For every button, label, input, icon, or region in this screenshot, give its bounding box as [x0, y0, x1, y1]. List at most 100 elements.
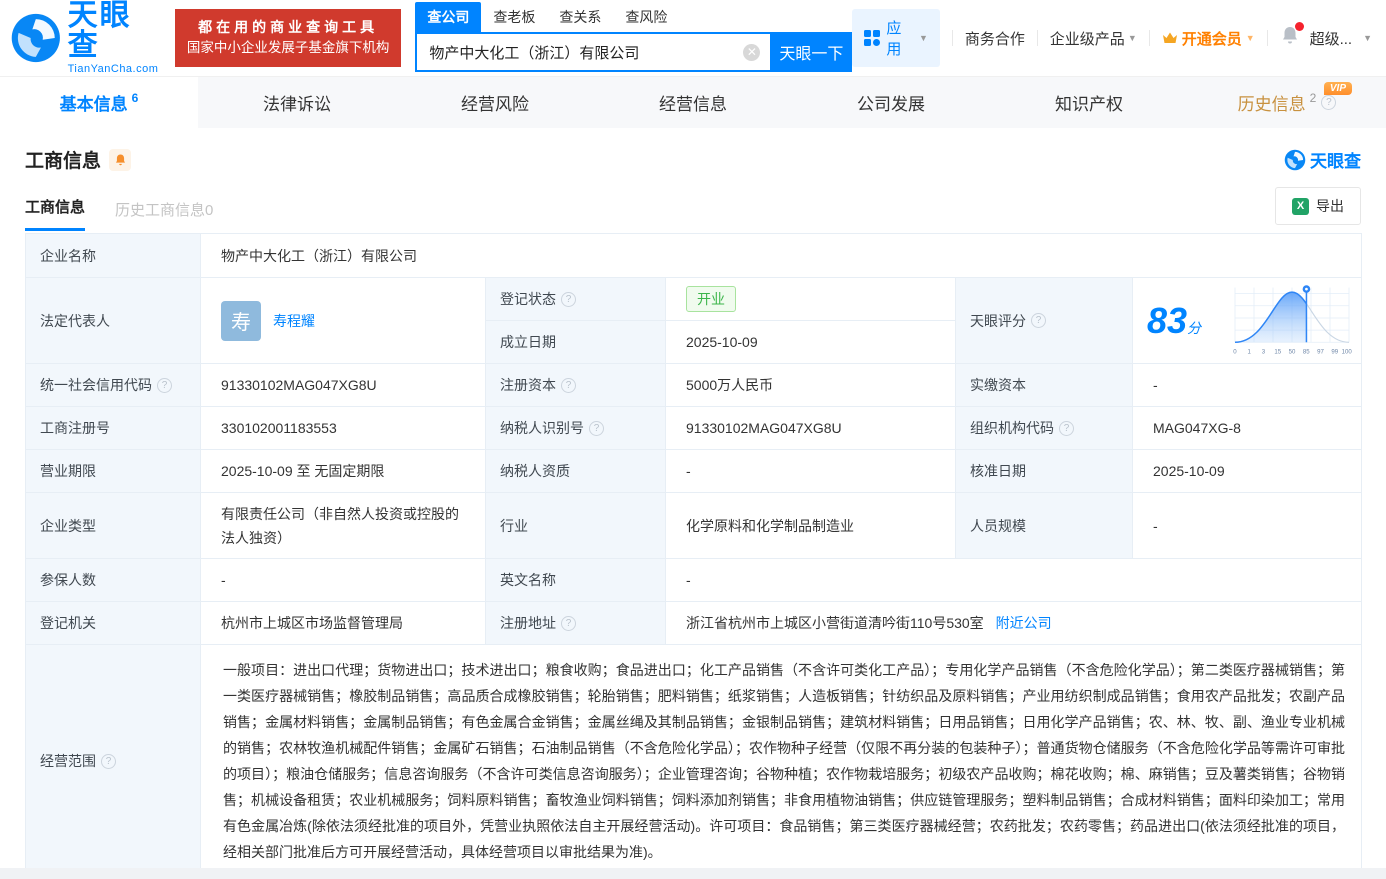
section-header: 工商信息 天眼查	[0, 128, 1386, 183]
tab-history-info[interactable]: VIP 历史信息 2 ?	[1188, 77, 1386, 128]
org-code-value: MAG047XG-8	[1131, 406, 1363, 450]
vip-badge: VIP	[1323, 82, 1352, 95]
legal-rep-link[interactable]: 寿程耀	[273, 311, 315, 331]
divider	[1266, 30, 1268, 46]
table-row: 法定代表人 寿 寿程耀 登记状态? 开业 天眼评分? 83分 0 1 3 15 …	[25, 277, 1363, 364]
tianyancha-watermark-icon	[1284, 149, 1306, 170]
top-header: 天眼查 TianYanCha.com 都在用的商业查询工具 国家中小企业发展子基…	[0, 0, 1386, 76]
notification-bell-icon[interactable]	[1280, 22, 1304, 51]
svg-text:1: 1	[1248, 348, 1252, 355]
watermark-logo: 天眼查	[1284, 147, 1361, 172]
monitor-bell-icon[interactable]	[109, 148, 132, 171]
svg-text:15: 15	[1274, 348, 1281, 355]
company-detail-tabs: 基本信息 6 法律诉讼 经营风险 经营信息 公司发展 知识产权 VIP 历史信息…	[0, 76, 1386, 128]
search-tab-boss[interactable]: 查老板	[481, 2, 547, 32]
help-icon[interactable]: ?	[561, 615, 576, 631]
help-icon[interactable]: ?	[561, 377, 576, 393]
english-name-label: 英文名称	[485, 558, 666, 602]
apps-grid-icon	[864, 30, 881, 46]
help-icon[interactable]: ?	[1059, 420, 1074, 436]
clear-search-icon[interactable]: ✕	[743, 43, 761, 61]
nav-enterprise-products[interactable]: 企业级产品 ▼	[1050, 28, 1137, 49]
table-row: 企业名称 物产中大化工（浙江）有限公司	[25, 233, 1363, 278]
brand-slogan-banner: 都在用的商业查询工具 国家中小企业发展子基金旗下机构	[174, 8, 402, 68]
banner-line2: 国家中小企业发展子基金旗下机构	[186, 40, 390, 56]
help-icon[interactable]: ?	[1321, 95, 1337, 110]
enterprise-label: 企业级产品	[1049, 30, 1125, 48]
user-account-menu[interactable]: 超级... ▼	[1310, 28, 1372, 49]
reg-authority-value: 杭州市上城区市场监督管理局	[200, 601, 486, 645]
svg-text:99: 99	[1331, 348, 1338, 355]
staff-size-label: 人员规模	[955, 492, 1133, 559]
svg-text:3: 3	[1262, 348, 1266, 355]
score-value: 83分	[1147, 299, 1202, 341]
reg-number-label: 工商注册号	[25, 406, 201, 450]
tianyancha-logo[interactable]: 天眼查 TianYanCha.com	[10, 1, 163, 75]
taxpayer-quality-value: -	[665, 449, 956, 493]
nearby-companies-link[interactable]: 附近公司	[996, 615, 1052, 631]
watermark-text: 天眼查	[1310, 152, 1361, 171]
tab-legal-litigation[interactable]: 法律诉讼	[198, 77, 396, 128]
search-input[interactable]	[417, 43, 744, 61]
staff-size-value: -	[1131, 492, 1363, 559]
excel-icon: X	[1292, 197, 1309, 215]
apps-label: 应用	[886, 20, 902, 58]
banner-line1: 都在用的商业查询工具	[198, 18, 379, 35]
search-button[interactable]: 天眼一下	[770, 32, 853, 72]
tab-label: 法律诉讼	[263, 95, 331, 114]
vip-label: 开通会员	[1181, 30, 1242, 48]
help-icon[interactable]: ?	[157, 377, 172, 393]
help-icon[interactable]: ?	[589, 420, 604, 436]
svg-text:100: 100	[1342, 348, 1353, 355]
help-icon[interactable]: ?	[101, 753, 116, 769]
search-tab-company[interactable]: 查公司	[415, 2, 482, 32]
reg-number-value: 330102001183553	[200, 406, 486, 450]
search-box: ✕	[415, 32, 771, 72]
tab-label: 经营风险	[461, 95, 529, 114]
tab-label: 知识产权	[1055, 95, 1123, 114]
chevron-down-icon: ▼	[1245, 33, 1255, 43]
paid-capital-label: 实缴资本	[955, 363, 1133, 407]
search-type-tabs: 查公司 查老板 查关系 查风险	[415, 2, 852, 32]
org-code-label: 组织机构代码?	[955, 406, 1133, 450]
credit-code-value: 91330102MAG047XG8U	[200, 363, 486, 407]
business-term-label: 营业期限	[25, 449, 201, 493]
nav-business-cooperation[interactable]: 商务合作	[965, 28, 1025, 49]
subtab-history-registration[interactable]: 历史工商信息0	[115, 199, 213, 231]
subtab-business-registration[interactable]: 工商信息	[25, 196, 86, 231]
logo-subtitle: TianYanCha.com	[67, 63, 159, 75]
search-tab-risk[interactable]: 查风险	[613, 2, 679, 32]
address-cell: 浙江省杭州市上城区小营街道清吟街110号530室 附近公司	[664, 601, 1363, 645]
apps-menu-button[interactable]: 应用 ▼	[852, 9, 940, 67]
approval-date-value: 2025-10-09	[1131, 449, 1363, 493]
help-icon[interactable]: ?	[1031, 313, 1046, 328]
export-button[interactable]: X 导出	[1275, 187, 1361, 225]
table-row: 统一社会信用代码? 91330102MAG047XG8U 注册资本? 5000万…	[25, 363, 1363, 407]
company-name-value: 物产中大化工（浙江）有限公司	[199, 233, 1363, 278]
business-scope-label: 经营范围?	[25, 644, 201, 878]
legal-rep-label: 法定代表人	[25, 277, 201, 364]
table-row: 登记机关 杭州市上城区市场监督管理局 注册地址? 浙江省杭州市上城区小营街道清吟…	[25, 601, 1363, 645]
table-row: 工商注册号 330102001183553 纳税人识别号? 91330102MA…	[25, 406, 1363, 450]
reg-capital-value: 5000万人民币	[665, 363, 956, 407]
tianyancha-logo-icon	[11, 13, 60, 63]
open-vip-button[interactable]: 开通会员 ▼	[1162, 28, 1255, 49]
tab-operating-risk[interactable]: 经营风险	[396, 77, 594, 128]
company-name-label: 企业名称	[25, 233, 201, 278]
reg-status-label: 登记状态?	[485, 277, 666, 321]
reg-status-cell: 开业	[665, 277, 956, 321]
header-nav: 应用 ▼ 商务合作 企业级产品 ▼ 开通会员 ▼ 超级... ▼	[852, 9, 1372, 67]
tab-business-info[interactable]: 经营信息	[594, 77, 792, 128]
reg-authority-label: 登记机关	[25, 601, 201, 645]
tab-intellectual-property[interactable]: 知识产权	[990, 77, 1188, 128]
tab-label: 经营信息	[659, 95, 727, 114]
taxpayer-quality-label: 纳税人资质	[485, 449, 666, 493]
search-tab-relation[interactable]: 查关系	[547, 2, 613, 32]
english-name-value: -	[664, 558, 1363, 602]
avatar[interactable]: 寿	[221, 300, 261, 341]
score-distribution-chart: 0 1 3 15 50 85 97 99 100	[1233, 284, 1353, 355]
help-icon[interactable]: ?	[561, 291, 576, 307]
tab-basic-info[interactable]: 基本信息 6	[0, 77, 198, 128]
subtab-row: 工商信息 历史工商信息0 X 导出	[0, 183, 1386, 231]
tab-company-development[interactable]: 公司发展	[792, 77, 990, 128]
